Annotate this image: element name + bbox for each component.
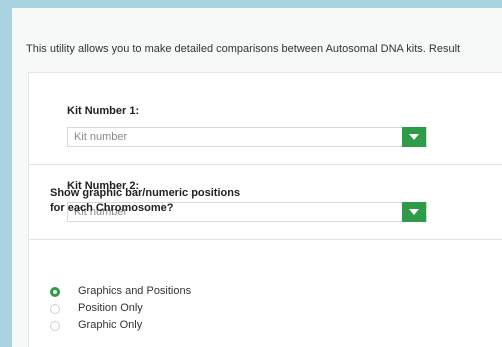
display-option-question-line1: Show graphic bar/numeric positions (50, 187, 241, 199)
page: This utility allows you to make detailed… (12, 8, 502, 347)
kit-number-1-select[interactable]: Kit number (67, 127, 427, 147)
kit-number-1-label: Kit Number 1: (67, 105, 140, 117)
radio-label: Position Only (78, 302, 143, 314)
display-option-question: Show graphic bar/numeric positions for e… (50, 186, 240, 216)
intro-text: This utility allows you to make detailed… (26, 43, 461, 55)
radio-unselected-icon[interactable] (50, 321, 60, 331)
display-option-question-line2: for each Chromosome? (50, 202, 174, 214)
kit-number-1-dropdown-button[interactable] (402, 127, 426, 147)
radio-selected-icon[interactable] (50, 287, 60, 297)
radio-label: Graphics and Positions (78, 285, 192, 297)
chevron-down-icon (409, 134, 419, 140)
radio-unselected-icon[interactable] (50, 304, 60, 314)
chevron-down-icon (409, 209, 419, 215)
kit-number-2-dropdown-button[interactable] (402, 202, 426, 222)
divider (29, 164, 502, 165)
divider (29, 239, 502, 240)
radio-label: Graphic Only (78, 319, 143, 331)
kit-number-1-placeholder: Kit number (74, 131, 128, 143)
